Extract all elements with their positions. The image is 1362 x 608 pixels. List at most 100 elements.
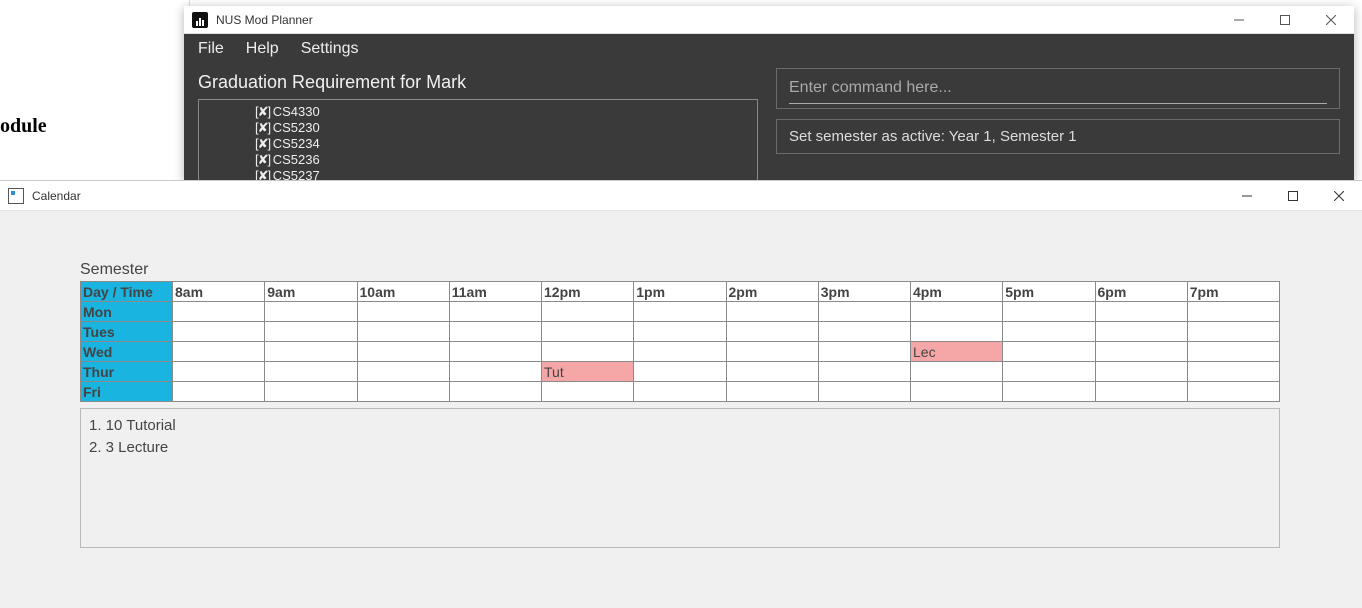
tt-cell[interactable] (357, 322, 449, 342)
tt-cell[interactable] (1003, 322, 1095, 342)
command-input-wrap (776, 68, 1340, 109)
table-row: Mon (81, 302, 1280, 322)
tt-cell[interactable] (634, 302, 726, 322)
header-hour: 6pm (1095, 282, 1187, 302)
calendar-icon (8, 188, 24, 204)
calendar-maximize-button[interactable] (1270, 182, 1316, 210)
command-panel: Set semester as active: Year 1, Semester… (776, 64, 1340, 181)
tt-cell[interactable] (265, 322, 357, 342)
tt-cell[interactable] (1187, 322, 1279, 342)
notes-box: 1. 10 Tutorial 2. 3 Lecture (80, 408, 1280, 548)
tt-cell[interactable] (818, 322, 910, 342)
tt-cell[interactable] (1095, 302, 1187, 322)
planner-close-button[interactable] (1308, 6, 1354, 34)
tt-cell[interactable] (1095, 342, 1187, 362)
tt-cell[interactable] (265, 382, 357, 402)
tt-cell[interactable] (911, 382, 1003, 402)
tt-cell[interactable] (818, 302, 910, 322)
calendar-close-button[interactable] (1316, 182, 1362, 210)
tt-cell[interactable] (173, 342, 265, 362)
grad-module-item: CS5234 (255, 136, 757, 152)
table-row: Tues (81, 322, 1280, 342)
table-row: Thur Tut (81, 362, 1280, 382)
planner-title: NUS Mod Planner (216, 13, 313, 27)
tt-cell[interactable] (634, 362, 726, 382)
note-line: 2. 3 Lecture (89, 437, 1271, 459)
graduation-title: Graduation Requirement for Mark (198, 64, 758, 99)
tt-cell[interactable] (173, 382, 265, 402)
tt-cell[interactable] (726, 322, 818, 342)
graduation-list[interactable]: CS4330 CS5230 CS5234 CS5236 CS5237 (198, 99, 758, 181)
tt-cell[interactable] (265, 342, 357, 362)
tt-cell[interactable] (1095, 322, 1187, 342)
tt-cell[interactable] (449, 302, 541, 322)
header-hour: 2pm (726, 282, 818, 302)
tt-cell[interactable] (1003, 362, 1095, 382)
tt-cell[interactable] (173, 302, 265, 322)
planner-maximize-button[interactable] (1262, 6, 1308, 34)
tt-cell[interactable] (357, 382, 449, 402)
tt-cell[interactable] (818, 342, 910, 362)
tt-cell[interactable] (449, 342, 541, 362)
header-hour: 5pm (1003, 282, 1095, 302)
tt-cell[interactable] (911, 322, 1003, 342)
tt-cell[interactable] (726, 362, 818, 382)
tt-cell[interactable] (1187, 302, 1279, 322)
background-partial-label: odule (0, 115, 47, 138)
menu-file[interactable]: File (198, 40, 224, 58)
tt-cell[interactable] (542, 382, 634, 402)
calendar-minimize-button[interactable] (1224, 182, 1270, 210)
menu-settings[interactable]: Settings (301, 40, 359, 58)
header-hour: 9am (265, 282, 357, 302)
tt-cell[interactable] (173, 322, 265, 342)
tt-cell[interactable] (1095, 382, 1187, 402)
event-tutorial[interactable]: Tut (542, 362, 634, 382)
planner-minimize-button[interactable] (1216, 6, 1262, 34)
graduation-panel: Graduation Requirement for Mark CS4330 C… (198, 64, 758, 181)
tt-cell[interactable] (542, 342, 634, 362)
command-input[interactable] (789, 77, 1327, 104)
tt-cell[interactable] (726, 342, 818, 362)
tt-cell[interactable] (357, 342, 449, 362)
tt-cell[interactable] (634, 342, 726, 362)
tt-cell[interactable] (449, 382, 541, 402)
tt-cell[interactable] (634, 322, 726, 342)
tt-cell[interactable] (818, 362, 910, 382)
tt-cell[interactable] (1003, 342, 1095, 362)
day-label: Tues (81, 322, 173, 342)
tt-cell[interactable] (911, 302, 1003, 322)
tt-cell[interactable] (1187, 362, 1279, 382)
menu-help[interactable]: Help (246, 40, 279, 58)
event-lecture[interactable]: Lec (911, 342, 1003, 362)
tt-cell[interactable] (357, 302, 449, 322)
timetable: Day / Time 8am 9am 10am 11am 12pm 1pm 2p… (80, 281, 1280, 402)
calendar-title: Calendar (32, 189, 81, 203)
header-hour: 8am (173, 282, 265, 302)
tt-cell[interactable] (726, 302, 818, 322)
tt-cell[interactable] (173, 362, 265, 382)
tt-cell[interactable] (542, 322, 634, 342)
tt-cell[interactable] (357, 362, 449, 382)
tt-cell[interactable] (911, 362, 1003, 382)
tt-cell[interactable] (265, 302, 357, 322)
tt-cell[interactable] (1095, 362, 1187, 382)
tt-cell[interactable] (265, 362, 357, 382)
tt-cell[interactable] (1003, 302, 1095, 322)
tt-cell[interactable] (634, 382, 726, 402)
app-icon (192, 12, 208, 28)
tt-cell[interactable] (726, 382, 818, 402)
tt-cell[interactable] (1187, 382, 1279, 402)
day-label: Fri (81, 382, 173, 402)
tt-cell[interactable] (449, 362, 541, 382)
note-line: 1. 10 Tutorial (89, 415, 1271, 437)
tt-cell[interactable] (1003, 382, 1095, 402)
planner-titlebar: NUS Mod Planner (184, 6, 1354, 34)
tt-cell[interactable] (542, 302, 634, 322)
header-hour: 7pm (1187, 282, 1279, 302)
semester-label: Semester (80, 261, 1282, 279)
header-hour: 1pm (634, 282, 726, 302)
tt-cell[interactable] (1187, 342, 1279, 362)
tt-cell[interactable] (449, 322, 541, 342)
header-hour: 4pm (911, 282, 1003, 302)
tt-cell[interactable] (818, 382, 910, 402)
